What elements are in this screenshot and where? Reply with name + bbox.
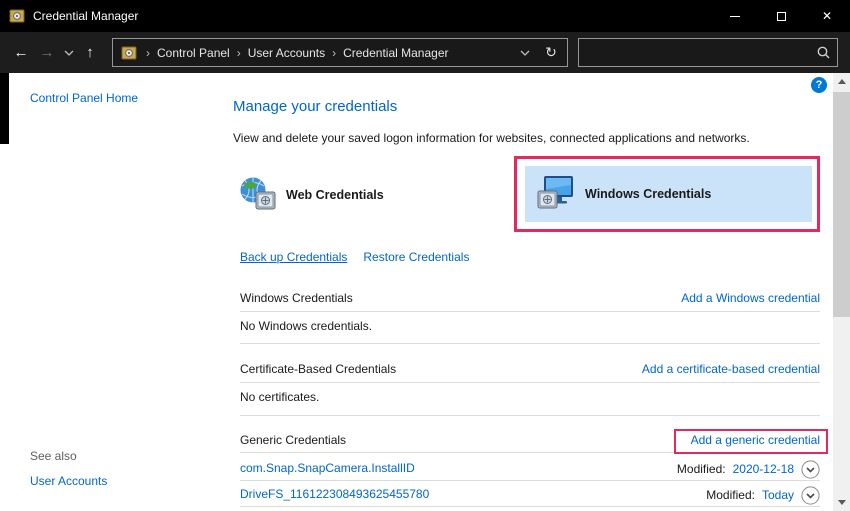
search-input[interactable] bbox=[579, 39, 809, 66]
add-certificate-credential-link[interactable]: Add a certificate-based credential bbox=[642, 362, 820, 376]
section-title: Windows Credentials bbox=[240, 291, 353, 305]
credential-row-meta: Modified: Today bbox=[706, 483, 820, 507]
add-generic-credential-link[interactable]: Add a generic credential bbox=[691, 433, 820, 447]
chevron-down-circle-icon bbox=[801, 486, 820, 505]
caption-buttons: ✕ bbox=[712, 0, 850, 32]
up-icon: ↑ bbox=[86, 44, 94, 61]
section-header-certificate-credentials: Certificate-Based Credentials Add a cert… bbox=[240, 362, 820, 376]
windows-credentials-label: Windows Credentials bbox=[585, 187, 711, 201]
window-title: Credential Manager bbox=[33, 9, 138, 23]
up-button[interactable]: ↑ bbox=[77, 39, 103, 67]
scrollbar-up-button[interactable] bbox=[833, 73, 850, 90]
address-location-icon bbox=[121, 45, 137, 61]
add-windows-credential-link[interactable]: Add a Windows credential bbox=[681, 291, 820, 305]
forward-button[interactable]: → bbox=[34, 39, 60, 67]
close-button[interactable]: ✕ bbox=[804, 0, 850, 32]
windows-credentials-icon bbox=[537, 175, 575, 214]
page-description: View and delete your saved logon informa… bbox=[233, 131, 750, 145]
credential-row-name[interactable]: DriveFS_116122308493625455780 bbox=[240, 487, 429, 501]
breadcrumb-item-credential-manager[interactable]: Credential Manager bbox=[343, 46, 448, 60]
credential-row-name[interactable]: com.Snap.SnapCamera.InstallID bbox=[240, 461, 415, 475]
scrollbar[interactable] bbox=[833, 73, 850, 511]
navigation-toolbar: ← → ↑ › Control Panel › User Accounts › … bbox=[0, 32, 850, 73]
divider bbox=[240, 311, 820, 312]
expand-credential-button[interactable] bbox=[801, 460, 820, 479]
scroll-up-icon bbox=[838, 79, 846, 84]
divider bbox=[240, 480, 820, 481]
breadcrumb-item-control-panel[interactable]: Control Panel bbox=[157, 46, 230, 60]
breadcrumb-item-user-accounts[interactable]: User Accounts bbox=[248, 46, 325, 60]
chevron-down-icon bbox=[520, 50, 530, 56]
windows-credentials-tile[interactable]: Windows Credentials bbox=[525, 166, 812, 222]
window-edge-strip bbox=[0, 73, 9, 144]
back-icon: ← bbox=[14, 44, 29, 61]
chevron-down-icon bbox=[64, 50, 74, 56]
minimize-icon bbox=[730, 16, 740, 17]
help-button[interactable]: ? bbox=[811, 77, 827, 93]
breadcrumb-separator: › bbox=[332, 46, 336, 60]
web-credentials-label: Web Credentials bbox=[286, 188, 384, 202]
sidebar-item-user-accounts[interactable]: User Accounts bbox=[30, 474, 107, 488]
app-safe-icon bbox=[9, 8, 25, 24]
refresh-button[interactable]: ↻ bbox=[537, 39, 565, 66]
divider bbox=[240, 452, 820, 453]
modified-value: 2020-12-18 bbox=[733, 462, 794, 476]
breadcrumb-separator: › bbox=[146, 46, 150, 60]
minimize-button[interactable] bbox=[712, 0, 758, 32]
divider bbox=[240, 506, 820, 507]
refresh-icon: ↻ bbox=[545, 44, 557, 61]
backup-credentials-link[interactable]: Back up Credentials bbox=[240, 250, 347, 264]
section-header-generic-credentials: Generic Credentials Add a generic creden… bbox=[240, 433, 820, 447]
divider bbox=[240, 382, 820, 383]
page-title: Manage your credentials bbox=[233, 98, 397, 115]
forward-icon: → bbox=[40, 44, 55, 61]
credential-actions: Back up Credentials Restore Credentials bbox=[240, 250, 469, 264]
scroll-down-icon bbox=[838, 500, 846, 505]
scrollbar-thumb[interactable] bbox=[833, 92, 850, 317]
back-button[interactable]: ← bbox=[8, 39, 34, 67]
web-credentials-icon bbox=[238, 176, 276, 215]
section-header-windows-credentials: Windows Credentials Add a Windows creden… bbox=[240, 291, 820, 305]
maximize-button[interactable] bbox=[758, 0, 804, 32]
help-icon: ? bbox=[816, 79, 823, 91]
section-title: Generic Credentials bbox=[240, 433, 346, 447]
search-box bbox=[578, 38, 838, 67]
modified-label: Modified: bbox=[706, 488, 755, 502]
modified-label: Modified: bbox=[677, 462, 726, 476]
chevron-down-circle-icon bbox=[801, 460, 820, 479]
breadcrumb-separator: › bbox=[237, 46, 241, 60]
recent-locations-button[interactable] bbox=[60, 39, 77, 67]
empty-windows-credentials-text: No Windows credentials. bbox=[240, 319, 372, 333]
maximize-icon bbox=[777, 12, 786, 21]
section-title: Certificate-Based Credentials bbox=[240, 362, 396, 376]
divider bbox=[240, 343, 820, 344]
expand-credential-button[interactable] bbox=[801, 486, 820, 505]
close-icon: ✕ bbox=[822, 10, 832, 22]
search-icon[interactable] bbox=[809, 46, 837, 59]
address-dropdown-button[interactable] bbox=[513, 39, 537, 66]
titlebar: Credential Manager ✕ bbox=[0, 0, 850, 32]
credential-row-meta: Modified: 2020-12-18 bbox=[677, 457, 820, 481]
sidebar-item-control-panel-home[interactable]: Control Panel Home bbox=[30, 91, 138, 105]
divider bbox=[240, 415, 820, 416]
address-bar-controls: ↻ bbox=[513, 39, 565, 66]
web-credentials-tile[interactable]: Web Credentials bbox=[238, 167, 384, 223]
modified-value: Today bbox=[762, 488, 794, 502]
restore-credentials-link[interactable]: Restore Credentials bbox=[363, 250, 469, 264]
address-bar[interactable]: › Control Panel › User Accounts › Creden… bbox=[112, 38, 568, 67]
empty-certificates-text: No certificates. bbox=[240, 390, 319, 404]
scrollbar-down-button[interactable] bbox=[833, 494, 850, 511]
see-also-label: See also bbox=[30, 449, 77, 463]
